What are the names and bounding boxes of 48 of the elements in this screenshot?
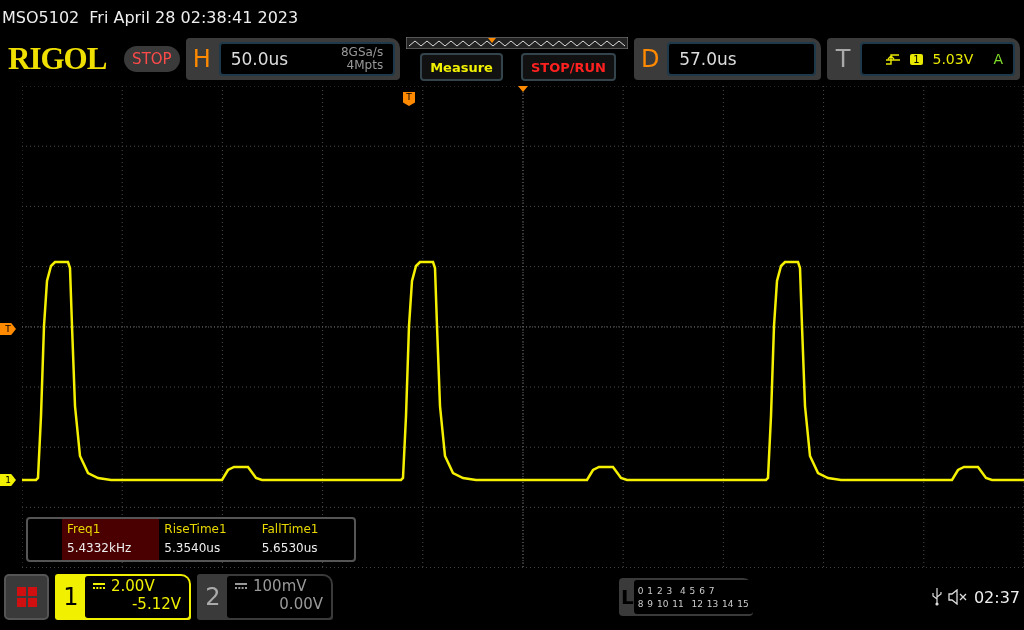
measurement-value: 5.3540us [164, 541, 222, 555]
channel-number: 2 [204, 583, 222, 611]
run-state-badge: STOP [124, 46, 180, 72]
panel-letter: L [621, 585, 634, 609]
delay-value: 57.0us [679, 49, 737, 69]
channel-scale: 100mV [253, 577, 307, 595]
trigger-position-marker[interactable]: T [403, 92, 415, 106]
measure-button[interactable]: Measure [420, 53, 503, 81]
trigger-source-badge: 1 [910, 53, 923, 65]
trigger-level: 5.03V [932, 51, 974, 67]
menu-button[interactable] [4, 574, 49, 620]
stop-run-button[interactable]: STOP/RUN [520, 53, 616, 81]
trigger-level-marker[interactable]: T [0, 323, 16, 335]
rising-edge-icon [886, 53, 901, 65]
trigger-mode: A [993, 51, 1003, 67]
model-name: MSO5102 [2, 7, 80, 27]
sample-rate: 8GSa/s [340, 46, 384, 59]
dc-coupling-icon [235, 583, 247, 589]
trigger-panel[interactable]: T 1 5.03V A [827, 38, 1020, 80]
panel-letter: D [639, 45, 661, 73]
channel-number: 1 [62, 583, 80, 611]
panel-letter: H [191, 45, 212, 73]
clock: 02:37 [973, 587, 1020, 607]
channel-offset: 0.00V [279, 595, 323, 613]
channel-scale: 2.00V [111, 577, 155, 595]
channel-marker[interactable]: 1 [0, 474, 16, 486]
usb-icon [931, 588, 942, 606]
measurement-name: FallTime1 [261, 522, 320, 536]
panel-letter: T [834, 45, 852, 73]
measurement-name: RiseTime1 [164, 522, 228, 536]
measurement-value: 5.6530us [261, 541, 319, 555]
muted-speaker-icon [947, 589, 968, 605]
channel-offset: -5.12V [131, 595, 181, 613]
waveform-overview-icon [406, 37, 629, 49]
brand-logo: RIGOL [8, 41, 108, 77]
digital-channel-numbers: 8 9 10 11 12 13 14 15 [637, 598, 749, 609]
delay-panel[interactable]: D 57.0us [634, 38, 822, 80]
horizontal-panel[interactable]: H 50.0us 8GSa/s 4Mpts [185, 38, 401, 80]
measurement-value: 5.4332kHz [67, 541, 133, 555]
channel-panel[interactable]: 1 2.00V -5.12V [55, 574, 191, 620]
digital-channel-numbers: 0 1 2 3 4 5 6 7 [637, 585, 716, 596]
channel-panel[interactable]: 2 100mV 0.00V [197, 574, 333, 620]
date-time: Fri April 28 02:38:41 2023 [89, 7, 299, 27]
measurement-name: Freq1 [67, 522, 102, 536]
timebase-value: 50.0us [230, 49, 289, 69]
grid-squares-icon [16, 587, 37, 607]
memory-depth: 4Mpts [346, 59, 384, 72]
dc-coupling-icon [93, 583, 105, 589]
